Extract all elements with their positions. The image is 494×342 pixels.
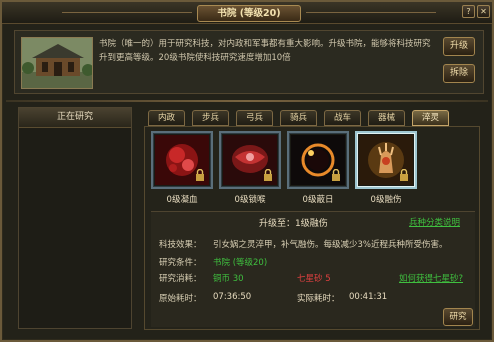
skill-slot-suohou[interactable]: 0级锁喉 — [219, 131, 281, 209]
skill-slot-ningxue[interactable]: 0级凝血 — [151, 131, 213, 209]
upgrade-building-button[interactable]: 升级 — [443, 37, 475, 56]
researching-header: 正在研究 — [19, 108, 131, 128]
skill-frame — [219, 131, 281, 189]
research-button[interactable]: 研究 — [443, 308, 473, 326]
tab-neizheng[interactable]: 内政 — [148, 110, 185, 126]
star-sand-help-link[interactable]: 如何获得七星砂? — [399, 272, 463, 284]
skill-label: 0级蔽日 — [302, 195, 334, 205]
window-title: 书院 (等级20) — [197, 5, 301, 22]
tab-chariot[interactable]: 战车 — [324, 110, 361, 126]
tab-cavalry[interactable]: 骑兵 — [280, 110, 317, 126]
lock-icon — [196, 169, 204, 181]
skill-label: 0级融伤 — [370, 195, 402, 205]
close-icon[interactable]: ✕ — [477, 5, 490, 18]
lock-icon — [400, 169, 408, 181]
section-divider — [6, 100, 488, 102]
skill-frame — [355, 131, 417, 189]
tech-category-tabs: 内政 步兵 弓兵 骑兵 战车 器械 淬灵 — [148, 110, 478, 126]
tab-archer[interactable]: 弓兵 — [236, 110, 273, 126]
help-icon[interactable]: ? — [462, 5, 475, 18]
skill-frame — [287, 131, 349, 189]
tab-cuiling[interactable]: 淬灵 — [412, 110, 449, 126]
upgrade-to-value: 1级融伤 — [295, 219, 328, 229]
copper-cost: 铜币 30 — [213, 274, 244, 284]
star-sand-cost: 七星砂 5 — [297, 274, 331, 284]
lock-icon — [264, 169, 272, 181]
effect-label: 科技效果： — [159, 240, 202, 250]
skill-label: 0级锁喉 — [234, 195, 266, 205]
academy-building-image — [21, 37, 93, 89]
title-ornament-left — [62, 12, 192, 13]
demolish-building-button[interactable]: 拆除 — [443, 64, 475, 83]
condition-value: 书院 (等级20) — [213, 258, 268, 268]
class-explanation-link[interactable]: 兵种分类说明 — [409, 216, 460, 228]
base-time-value: 07:36:50 — [213, 292, 252, 302]
building-info-panel: 书院（唯一的）用于研究科技，对内政和军事都有重大影响。升级书院，能够将科技研究升… — [14, 30, 484, 94]
effect-value: 引女娲之灵淬甲，补气融伤。每级减少3%近程兵种所受伤害。 — [213, 240, 448, 250]
upgrade-to-label: 升级至： — [259, 219, 296, 229]
building-description: 书院（唯一的）用于研究科技，对内政和军事都有重大影响。升级书院，能够将科技研究升… — [99, 39, 431, 63]
base-time-label: 原始耗时： — [159, 294, 202, 304]
real-time-label: 实际耗时： — [297, 294, 340, 304]
title-bar: 书院 (等级20) ? ✕ — [2, 2, 492, 24]
real-time-value: 00:41:31 — [349, 292, 388, 302]
upgrade-to: 升级至：1级融伤 — [259, 216, 328, 229]
skill-slot-biri[interactable]: 0级蔽日 — [287, 131, 349, 209]
skill-slot-rongshang[interactable]: 0级融伤 — [355, 131, 417, 209]
condition-label: 研究条件： — [159, 258, 202, 268]
tech-content-panel: 0级凝血 0级锁喉 0级蔽日 0级融伤 升级至：1级融伤 兵种分类说明 科技效果… — [144, 126, 480, 330]
lock-icon — [332, 169, 340, 181]
academy-window: 书院 (等级20) ? ✕ 书院（唯一的）用于研究科技，对内政和军事都有重大影响… — [0, 0, 494, 342]
skill-label: 0级凝血 — [166, 195, 198, 205]
cost-label: 研究消耗： — [159, 274, 202, 284]
researching-panel: 正在研究 — [18, 107, 132, 329]
tab-siege[interactable]: 器械 — [368, 110, 405, 126]
tech-details: 升级至：1级融伤 兵种分类说明 科技效果： 引女娲之灵淬甲，补气融伤。每级减少3… — [151, 211, 475, 327]
tab-infantry[interactable]: 步兵 — [192, 110, 229, 126]
skill-frame — [151, 131, 213, 189]
title-ornament-right — [306, 12, 436, 13]
